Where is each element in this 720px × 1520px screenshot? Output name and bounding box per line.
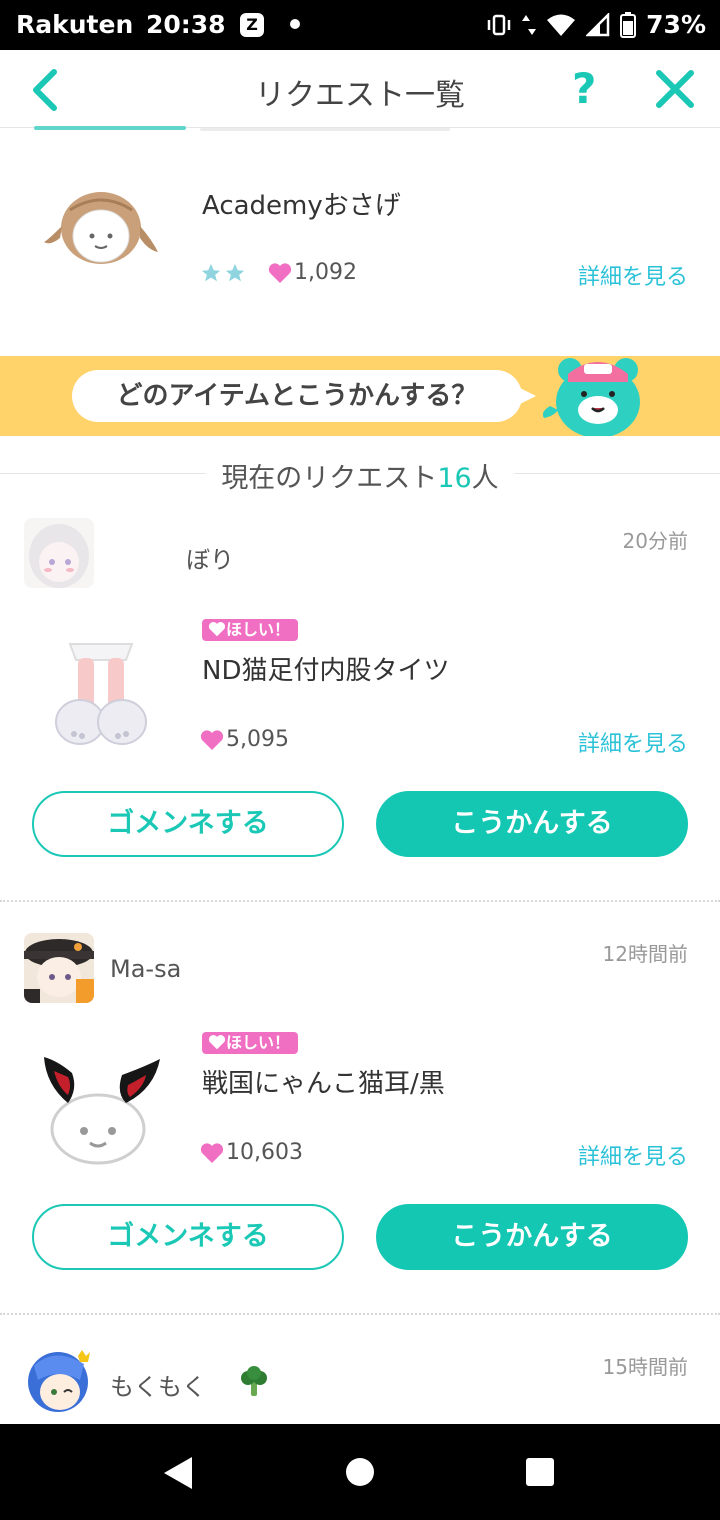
own-item-likes: 1,092 — [268, 260, 357, 285]
want-badge: ほしい！ — [202, 1032, 299, 1054]
vibrate-icon — [487, 14, 511, 35]
item-thumbnail-braids — [44, 192, 158, 264]
want-badge-label: ほしい！ — [226, 620, 291, 639]
app-header: リクエスト一覧 ? — [0, 50, 720, 128]
decline-button[interactable]: ゴメンネする — [32, 1204, 344, 1270]
heart-icon — [200, 1142, 224, 1163]
exchange-banner: どのアイテムとこうかんする？ — [0, 356, 720, 436]
item-thumbnail-tights — [55, 643, 147, 745]
avatar[interactable] — [24, 518, 94, 588]
status-bar: Rakuten 20:38 Z 73% — [0, 0, 720, 50]
banner-speech-bubble: どのアイテムとこうかんする？ — [72, 370, 536, 422]
data-arrows-icon — [522, 14, 537, 35]
tab-indicator-active[interactable] — [34, 126, 186, 130]
carrier-label: Rakuten — [16, 10, 134, 39]
item-name: 戦国にゃんこ猫耳/黒 — [202, 1069, 445, 1099]
item-likes: 5,095 — [200, 727, 289, 752]
notification-app-icon: Z — [240, 13, 264, 37]
exchange-button[interactable]: こうかんする — [376, 1204, 688, 1270]
heart-icon — [268, 262, 292, 283]
item-thumbnail-cat-ears — [44, 1057, 160, 1165]
likes-count: 1,092 — [294, 260, 357, 285]
help-button[interactable]: ? — [572, 64, 596, 113]
requests-count-heading: 現在のリクエスト16人 — [0, 456, 720, 495]
likes-count: 5,095 — [226, 727, 289, 752]
requests-count: 16 — [437, 463, 472, 494]
card-divider — [0, 900, 720, 902]
bear-mascot-icon — [542, 358, 640, 436]
battery-percent: 73% — [646, 10, 706, 39]
avatar[interactable] — [24, 1346, 94, 1416]
clock: 20:38 — [146, 10, 226, 39]
likes-count: 10,603 — [226, 1140, 303, 1165]
want-badge: ほしい！ — [202, 619, 299, 641]
star-icon — [225, 263, 245, 282]
heart-icon — [208, 622, 226, 637]
system-nav-bar — [0, 1424, 720, 1520]
item-likes: 10,603 — [200, 1140, 303, 1165]
item-name: ND猫足付内股タイツ — [202, 656, 450, 686]
user-name[interactable]: ぼり — [186, 540, 234, 575]
exchange-button[interactable]: こうかんする — [376, 791, 688, 857]
detail-link[interactable]: 詳細を見る — [578, 726, 688, 758]
battery-icon — [620, 11, 637, 38]
own-item-detail-link[interactable]: 詳細を見る — [578, 259, 688, 291]
user-name[interactable]: Ma-sa — [110, 955, 181, 983]
heart-icon — [208, 1035, 226, 1050]
nav-back-icon[interactable] — [164, 1457, 192, 1489]
wifi-icon — [547, 14, 576, 36]
detail-link[interactable]: 詳細を見る — [578, 1139, 688, 1171]
page-title: リクエスト一覧 — [255, 78, 465, 113]
own-item-name: Academyおさげ — [202, 191, 401, 221]
signal-icon — [586, 12, 610, 36]
nav-recents-icon[interactable] — [526, 1458, 554, 1486]
broccoli-emoji-icon — [241, 1366, 267, 1396]
decline-button[interactable]: ゴメンネする — [32, 791, 344, 857]
want-badge-label: ほしい！ — [226, 1033, 291, 1052]
star-icon — [201, 263, 221, 282]
close-icon[interactable] — [654, 68, 696, 110]
request-time: 12時間前 — [602, 942, 688, 966]
request-time: 20分前 — [622, 529, 688, 553]
rarity-stars — [200, 262, 246, 284]
user-name[interactable]: もくもく — [110, 1367, 206, 1402]
tab-indicator-inactive[interactable] — [200, 128, 450, 131]
requests-heading-prefix: 現在のリクエスト — [221, 463, 438, 494]
status-icons: 73% — [486, 10, 706, 39]
nav-home-icon[interactable] — [346, 1458, 374, 1486]
avatar[interactable] — [24, 933, 94, 1003]
request-time: 15時間前 — [602, 1355, 688, 1379]
notification-dot-icon — [290, 19, 300, 29]
heart-icon — [200, 729, 224, 750]
requests-heading-suffix: 人 — [471, 463, 499, 494]
card-divider — [0, 1313, 720, 1315]
